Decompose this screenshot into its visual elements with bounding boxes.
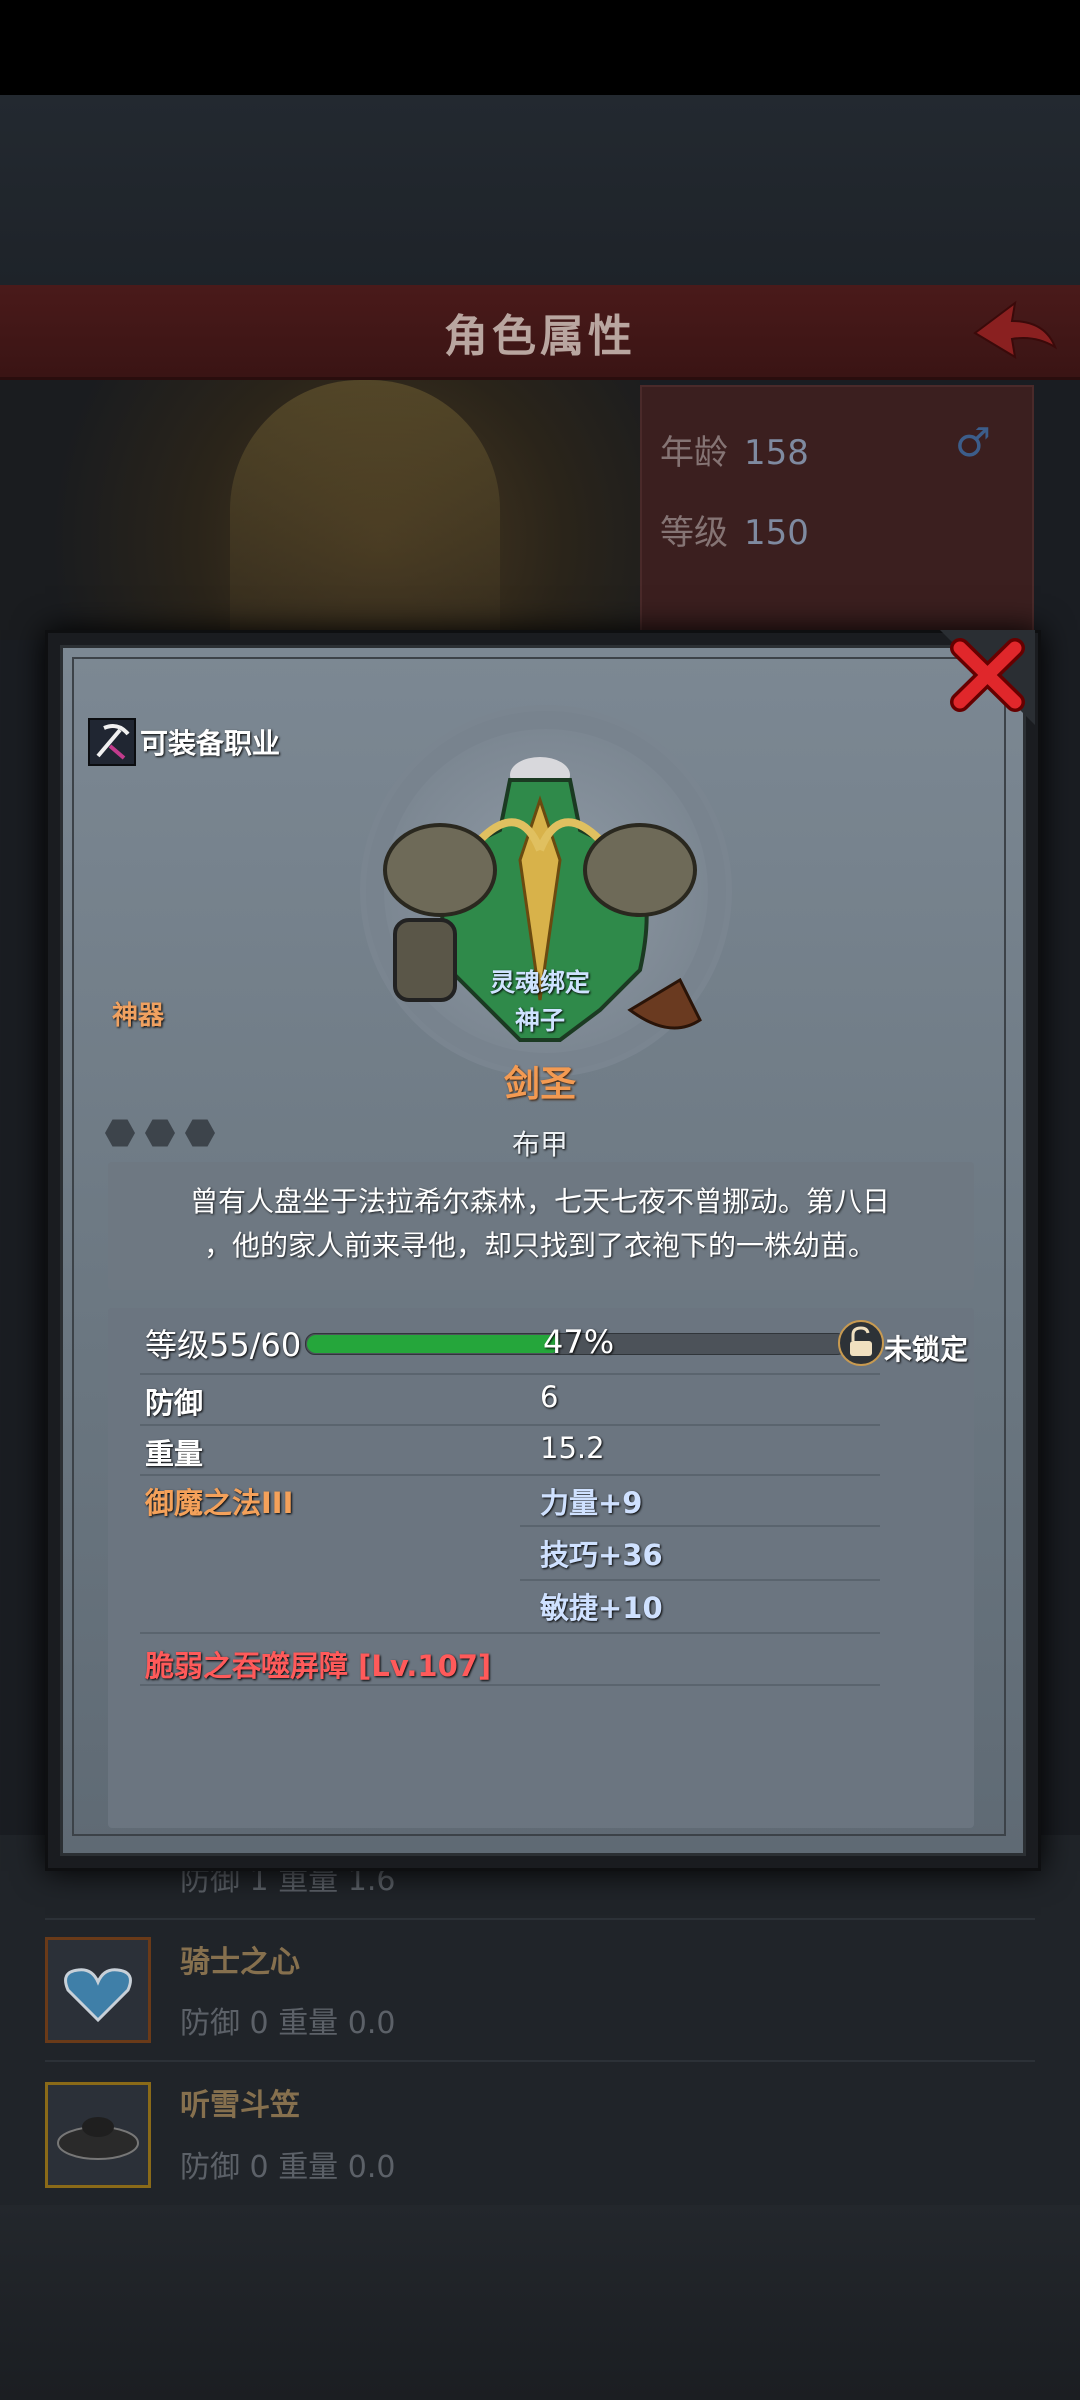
list-item-stats: 防御 0 重量 0.0 bbox=[180, 2006, 396, 2041]
item-level: 等级55/60 bbox=[145, 1320, 301, 1366]
age-label: 年龄 bbox=[660, 433, 728, 473]
list-item-name: 骑士之心 bbox=[180, 1945, 300, 1980]
bonus-stat: 技巧+36 bbox=[540, 1538, 663, 1572]
list-item-icon[interactable] bbox=[45, 2082, 151, 2188]
equip-job-label[interactable]: 可装备职业 bbox=[140, 722, 280, 762]
male-icon: ♂ bbox=[955, 420, 991, 466]
divider bbox=[140, 1424, 880, 1426]
age-row: 年龄 158 bbox=[660, 425, 809, 474]
pickaxe-job-icon[interactable] bbox=[88, 718, 136, 766]
godson-label: 神子 bbox=[514, 1006, 565, 1035]
attribute-value: 15.2 bbox=[540, 1431, 605, 1465]
divider bbox=[45, 1918, 1035, 1920]
list-item-name: 听雪斗笠 bbox=[180, 2088, 300, 2123]
close-button[interactable] bbox=[940, 630, 1035, 725]
item-type: 布甲 bbox=[511, 1128, 568, 1161]
back-button[interactable] bbox=[970, 295, 1060, 365]
divider bbox=[520, 1579, 880, 1581]
level-progress-text: 47% bbox=[543, 1323, 615, 1361]
bonus-stat: 敏捷+10 bbox=[540, 1591, 663, 1625]
divider bbox=[140, 1373, 880, 1375]
divider bbox=[140, 1684, 880, 1686]
bonus-stat: 力量+9 bbox=[540, 1486, 643, 1520]
divider bbox=[140, 1474, 880, 1476]
skill-name: 脆弱之吞噬屏障 [Lv.107] bbox=[145, 1649, 492, 1683]
enchant-name: 御魔之法III bbox=[145, 1486, 294, 1520]
attribute-name: 防御 bbox=[145, 1386, 204, 1420]
page-title: 角色属性 bbox=[444, 311, 636, 362]
lock-status-label[interactable]: 未锁定 bbox=[884, 1328, 968, 1368]
attribute-value: 6 bbox=[540, 1380, 559, 1414]
age-value: 158 bbox=[744, 433, 809, 473]
soul-bound-label: 灵魂绑定 bbox=[489, 968, 590, 997]
description-line: ，他的家人前来寻他，却只找到了衣袍下的一株幼苗。 bbox=[203, 1229, 876, 1262]
status-bar bbox=[0, 0, 1080, 95]
back-arrow-icon bbox=[973, 300, 1057, 359]
level-label-bg: 等级 bbox=[660, 513, 728, 553]
character-portrait bbox=[230, 380, 500, 630]
item-level-value: 55/60 bbox=[209, 1326, 302, 1364]
divider bbox=[520, 1525, 880, 1527]
level-progress-fill bbox=[307, 1335, 560, 1353]
heart-pendant-icon bbox=[64, 1968, 132, 2023]
divider bbox=[140, 1632, 880, 1634]
straw-hat-icon bbox=[57, 2117, 139, 2160]
divider bbox=[45, 2060, 1035, 2062]
item-description: 曾有人盘坐于法拉希尔森林，七天七夜不曾挪动。第八日 ，他的家人前来寻他，却只找到… bbox=[150, 1180, 930, 1268]
description-line: 曾有人盘坐于法拉希尔森林，七天七夜不曾挪动。第八日 bbox=[189, 1185, 890, 1218]
attribute-name: 重量 bbox=[145, 1437, 204, 1471]
item-name: 剑圣 bbox=[503, 1064, 576, 1105]
list-item-stats: 防御 0 重量 0.0 bbox=[180, 2150, 396, 2185]
item-level-label: 等级 bbox=[145, 1326, 210, 1364]
level-value-bg: 150 bbox=[744, 513, 809, 553]
background-top bbox=[0, 95, 1080, 285]
level-row: 等级 150 bbox=[660, 505, 809, 554]
background-bottom bbox=[0, 2205, 1080, 2400]
equipment-list bbox=[0, 1835, 1080, 2205]
lock-icon[interactable] bbox=[838, 1320, 884, 1366]
list-item-icon[interactable] bbox=[45, 1937, 151, 2043]
